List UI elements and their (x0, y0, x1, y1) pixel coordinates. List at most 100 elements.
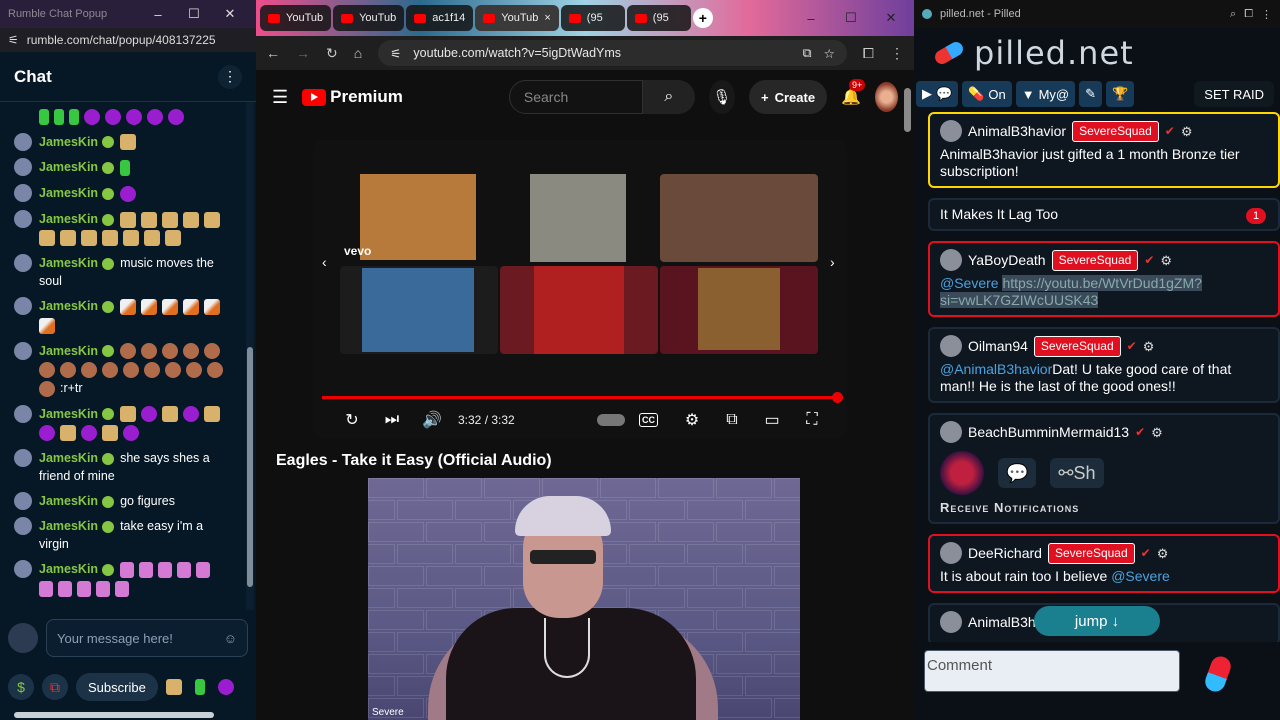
browser-tab[interactable]: (95 (560, 5, 625, 31)
user-mention[interactable]: @Severe (1111, 568, 1170, 584)
close-icon[interactable]: ✕ (872, 10, 910, 26)
settings-gear-icon[interactable]: ⚙ (672, 410, 712, 430)
miniplayer-icon[interactable]: ⧉ (712, 411, 752, 429)
chat-scrollbar[interactable] (246, 102, 254, 610)
home-icon[interactable]: ⌂ (354, 45, 362, 61)
horizontal-scrollbar[interactable] (14, 712, 214, 718)
page-scrollbar[interactable] (900, 70, 914, 470)
pilled-menu-icon[interactable]: ⋮ (1261, 8, 1272, 21)
site-settings-icon[interactable]: ⚟ (8, 33, 19, 47)
chat-username[interactable]: JamesKin (39, 256, 98, 270)
tab-close-icon[interactable]: × (544, 12, 550, 24)
message-settings-gear-icon[interactable]: ⚙ (1181, 123, 1193, 140)
captions-icon[interactable]: CC (639, 413, 658, 427)
pilled-username[interactable]: Oilman94 (968, 338, 1028, 355)
chat-avatar[interactable] (14, 184, 32, 203)
emote-dog-icon[interactable] (165, 679, 182, 695)
message-settings-gear-icon[interactable]: ⚙ (1151, 424, 1163, 441)
endscreen-next-arrow-icon[interactable]: › (830, 254, 835, 270)
video-player[interactable]: vevo ‹ › ↻ ⏭ 🔊 3:32 / 3:32 CC ⚙ ⧉ ▭ ⛶ (314, 140, 846, 438)
browser-tab[interactable]: YouTub (260, 5, 332, 31)
rumble-urlbar[interactable]: ⚟ rumble.com/chat/popup/408137225 (0, 28, 256, 52)
theater-mode-icon[interactable]: ▭ (752, 410, 792, 430)
user-mention[interactable]: @Severe (940, 275, 999, 291)
pilled-scrollbar[interactable] (914, 80, 922, 640)
user-mention[interactable]: @AnimalB3havior (940, 361, 1052, 377)
chat-avatar[interactable] (14, 492, 32, 511)
account-avatar[interactable] (874, 82, 898, 112)
chat-avatar[interactable] (14, 449, 32, 468)
autoplay-toggle[interactable] (597, 414, 625, 426)
chat-avatar[interactable] (14, 341, 32, 360)
trophy-button[interactable]: 🏆 (1106, 81, 1135, 107)
chat-avatar[interactable] (14, 517, 32, 536)
chat-username[interactable]: JamesKin (39, 407, 98, 421)
user-avatar[interactable] (940, 421, 962, 443)
page-scrollbar-thumb[interactable] (904, 88, 911, 132)
chat-username[interactable]: JamesKin (39, 562, 98, 576)
minimize-icon[interactable]: – (792, 11, 830, 26)
maximize-icon[interactable]: ☐ (832, 10, 870, 26)
chat-chip-icon[interactable]: 💬 (998, 458, 1037, 488)
pilled-username[interactable]: DeeRichard (968, 545, 1042, 562)
progress-bar[interactable] (322, 392, 843, 403)
chat-message-input[interactable]: Your message here! ☺ (46, 619, 248, 657)
message-settings-gear-icon[interactable]: ⚙ (1157, 545, 1169, 562)
receive-notifications-label[interactable]: Receive Notifications (940, 499, 1268, 516)
endscreen-thumb-4[interactable] (340, 266, 498, 354)
search-icon[interactable]: ⌕ (642, 80, 695, 114)
minimize-icon[interactable]: – (140, 7, 176, 22)
volume-icon[interactable]: 🔊 (412, 410, 452, 430)
user-avatar[interactable] (940, 120, 962, 142)
extension-icon[interactable]: ⧠ (1244, 8, 1253, 21)
comment-input[interactable]: Comment (924, 650, 1180, 692)
pilled-logo[interactable]: pilled.net (914, 28, 1280, 78)
filter-pencil-button[interactable]: ✎ (1079, 81, 1103, 107)
message-settings-gear-icon[interactable]: ⚙ (1143, 338, 1155, 355)
browser-tab[interactable]: YouTub × (475, 5, 559, 31)
zoom-icon[interactable]: ⌕ (1230, 8, 1236, 21)
jump-button[interactable]: jump ↓ (1034, 606, 1160, 636)
microphone-icon[interactable]: 🎙 (708, 80, 735, 114)
gift-icon[interactable]: ⧉ (42, 674, 68, 700)
notifications-bell-icon[interactable]: 🔔 9+ (841, 79, 866, 107)
set-raid-button[interactable]: SET RAID (1194, 81, 1274, 107)
endscreen-thumb-1[interactable]: vevo (344, 174, 476, 260)
user-avatar[interactable] (940, 335, 962, 357)
chat-avatar[interactable] (14, 297, 32, 316)
chat-username[interactable]: JamesKin (39, 212, 98, 226)
next-icon[interactable]: ⏭ (372, 411, 412, 429)
chat-avatar[interactable] (14, 132, 32, 151)
emote-green-icon[interactable] (194, 679, 205, 695)
new-tab-icon[interactable]: + (692, 8, 713, 28)
chat-avatar[interactable] (14, 404, 32, 423)
chat-username[interactable]: JamesKin (39, 186, 98, 200)
chat-username[interactable]: JamesKin (39, 519, 98, 533)
chat-avatar[interactable] (14, 158, 32, 177)
chat-avatar[interactable] (14, 254, 32, 273)
endscreen-thumb-3[interactable] (660, 174, 818, 262)
reload-icon[interactable]: ↻ (326, 45, 338, 62)
endscreen-prev-arrow-icon[interactable]: ‹ (322, 254, 327, 270)
chat-avatar[interactable] (14, 209, 32, 228)
bookmark-star-icon[interactable]: ☆ (824, 46, 835, 61)
chat-username[interactable]: JamesKin (39, 299, 98, 313)
browser-tab[interactable]: ac1f14 (406, 5, 474, 31)
maximize-icon[interactable]: ☐ (176, 6, 212, 22)
fullscreen-icon[interactable]: ⛶ (792, 411, 832, 429)
notification-bell-icon[interactable] (940, 451, 984, 495)
send-pill-icon[interactable] (1202, 653, 1234, 695)
message-settings-gear-icon[interactable]: ⚙ (1160, 252, 1172, 269)
user-avatar[interactable] (940, 542, 962, 564)
emote-purple-icon[interactable] (217, 679, 234, 695)
chat-menu-icon[interactable]: ⋮ (218, 64, 242, 89)
menu-icon[interactable]: ⋮ (890, 45, 904, 62)
site-info-icon[interactable]: ⚟ (390, 46, 401, 61)
user-avatar[interactable] (940, 611, 962, 633)
close-icon[interactable]: ✕ (212, 6, 248, 22)
chat-username[interactable]: JamesKin (39, 344, 98, 358)
youtube-logo[interactable]: Premium (302, 87, 403, 107)
open-in-app-icon[interactable]: ⧉ (803, 46, 812, 61)
endscreen-thumb-6[interactable] (660, 266, 818, 354)
replay-icon[interactable]: ↻ (332, 410, 372, 430)
